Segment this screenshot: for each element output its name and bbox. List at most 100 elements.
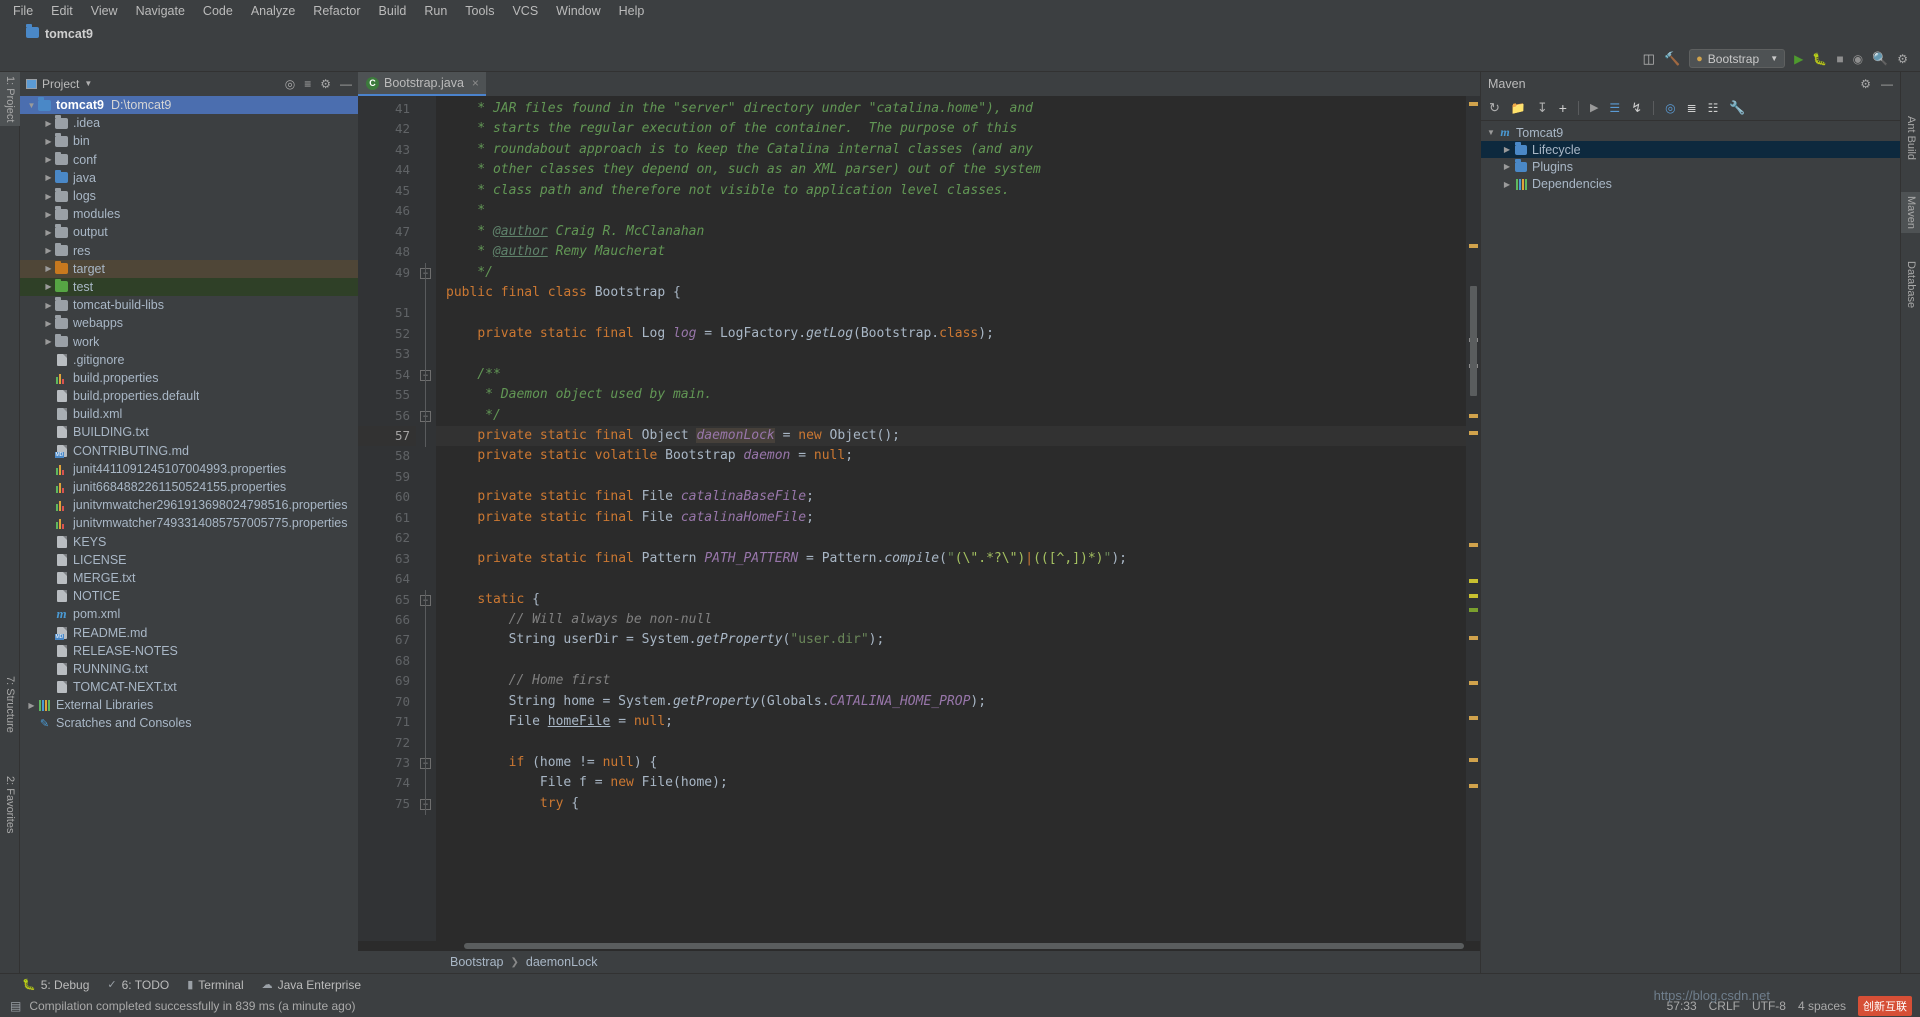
line-number[interactable]: 72 xyxy=(358,733,416,753)
tree-item[interactable]: m pom.xml xyxy=(20,605,358,623)
tree-item[interactable]: .gitignore xyxy=(20,351,358,369)
code-line[interactable]: String home = System.getProperty(Globals… xyxy=(436,692,1466,712)
line-number[interactable]: 44 xyxy=(358,160,416,180)
chevron-right-icon[interactable]: ▶ xyxy=(43,173,54,182)
line-number[interactable]: 55 xyxy=(358,385,416,405)
menu-item-help[interactable]: Help xyxy=(610,2,654,20)
chevron-right-icon[interactable]: ▶ xyxy=(43,264,54,273)
settings-gear-icon[interactable]: ⚙ xyxy=(1860,77,1871,91)
tree-item[interactable]: build.properties xyxy=(20,369,358,387)
tree-item[interactable]: ▶ modules xyxy=(20,205,358,223)
maven-tree[interactable]: ▼ m Tomcat9 ▶ Lifecycle ▶ Plugins ▶ Dependencies xyxy=(1481,121,1900,973)
sidebar-item-ant-build[interactable]: Ant Build xyxy=(1901,112,1920,164)
chevron-right-icon[interactable]: ▶ xyxy=(43,301,54,310)
tree-item[interactable]: junit6684882261150524155.properties xyxy=(20,478,358,496)
tree-item[interactable]: ▶ bin xyxy=(20,132,358,150)
stripe-marker[interactable] xyxy=(1469,758,1478,762)
tree-item[interactable]: build.xml xyxy=(20,405,358,423)
menu-item-navigate[interactable]: Navigate xyxy=(127,2,194,20)
line-number-gutter[interactable]: 414243444546474849▶515253545556575859606… xyxy=(358,96,438,941)
stripe-marker[interactable] xyxy=(1469,784,1478,788)
editor-tab-bootstrap[interactable]: C Bootstrap.java × xyxy=(358,72,486,96)
tree-item[interactable]: ▶ tomcat-build-libs xyxy=(20,296,358,314)
tree-item[interactable]: NOTICE xyxy=(20,587,358,605)
tree-item[interactable]: CONTRIBUTING.md xyxy=(20,442,358,460)
breadcrumb-item[interactable]: daemonLock xyxy=(526,955,598,969)
tree-item[interactable]: ▶ logs xyxy=(20,187,358,205)
tree-item[interactable]: ▼ tomcat9 D:\tomcat9 xyxy=(20,96,358,115)
line-number[interactable]: 56 xyxy=(358,406,416,426)
code-line[interactable]: // Will always be non-null xyxy=(436,610,1466,630)
minimize-icon[interactable]: — xyxy=(340,77,352,91)
stripe-marker[interactable] xyxy=(1469,681,1478,685)
tree-item[interactable]: ▶ res xyxy=(20,242,358,260)
line-number[interactable]: 73 xyxy=(358,753,416,773)
stripe-marker[interactable] xyxy=(1469,579,1478,583)
code-line[interactable] xyxy=(436,528,1466,548)
code-line[interactable]: private static final Object daemonLock =… xyxy=(436,426,1466,447)
tree-item[interactable]: README.md xyxy=(20,623,358,641)
line-number[interactable]: 63 xyxy=(358,549,416,569)
expand-icon[interactable]: ≣ xyxy=(1687,101,1697,115)
minimize-icon[interactable]: — xyxy=(1881,77,1893,91)
tree-item[interactable]: RUNNING.txt xyxy=(20,660,358,678)
line-number[interactable]: 47 xyxy=(358,222,416,242)
line-number[interactable]: 66 xyxy=(358,610,416,630)
menu-item-view[interactable]: View xyxy=(82,2,127,20)
chevron-right-icon[interactable]: ▶ xyxy=(1501,145,1513,154)
menu-item-file[interactable]: File xyxy=(4,2,42,20)
tree-item[interactable]: ✎ Scratches and Consoles xyxy=(20,714,358,732)
maven-tree-item[interactable]: ▶ Plugins xyxy=(1481,158,1900,175)
tree-item[interactable]: ▶ conf xyxy=(20,151,358,169)
editor-vertical-scrollbar-thumb[interactable] xyxy=(1470,286,1477,396)
code-line[interactable]: // Home first xyxy=(436,671,1466,691)
menu-item-refactor[interactable]: Refactor xyxy=(304,2,369,20)
run-configuration-selector[interactable]: ● Bootstrap ▼ xyxy=(1689,49,1786,68)
code-line[interactable]: * roundabout approach is to keep the Cat… xyxy=(436,140,1466,160)
line-number[interactable]: 61 xyxy=(358,508,416,528)
show-diagram-icon[interactable]: ☷ xyxy=(1708,101,1719,115)
code-line[interactable]: if (home != null) { xyxy=(436,753,1466,773)
line-number[interactable]: 54 xyxy=(358,365,416,385)
tree-item[interactable]: TOMCAT-NEXT.txt xyxy=(20,678,358,696)
close-icon[interactable]: × xyxy=(472,76,479,90)
tree-item[interactable]: KEYS xyxy=(20,533,358,551)
toggle-skip-icon[interactable]: ↯ xyxy=(1631,100,1642,116)
code-line[interactable]: try { xyxy=(436,794,1466,814)
maven-settings-icon[interactable]: 🔧 xyxy=(1729,100,1745,116)
code-line[interactable] xyxy=(436,344,1466,364)
line-number[interactable]: 70 xyxy=(358,692,416,712)
code-line[interactable]: static { xyxy=(436,590,1466,610)
chevron-down-icon[interactable]: ▼ xyxy=(84,79,92,88)
line-number[interactable]: 53 xyxy=(358,344,416,364)
bottom-tool-terminal[interactable]: ▮ Terminal xyxy=(187,978,243,992)
line-number[interactable]: 58 xyxy=(358,446,416,466)
maven-tree-item[interactable]: ▶ Dependencies xyxy=(1481,176,1900,193)
line-number[interactable]: 60 xyxy=(358,487,416,507)
code-line[interactable]: private static final Pattern PATH_PATTER… xyxy=(436,549,1466,569)
line-number[interactable]: 75 xyxy=(358,794,416,814)
code-line[interactable]: * @author Remy Maucherat xyxy=(436,242,1466,262)
tree-item[interactable]: ▶ target xyxy=(20,259,358,278)
line-number[interactable]: 65 xyxy=(358,590,416,610)
code-line[interactable] xyxy=(436,569,1466,589)
tree-item[interactable]: ▶ output xyxy=(20,223,358,241)
breadcrumb-item[interactable]: Bootstrap xyxy=(450,955,504,969)
tree-item[interactable]: ▶ .idea xyxy=(20,114,358,132)
stripe-marker[interactable] xyxy=(1469,594,1478,598)
code-line[interactable]: * xyxy=(436,201,1466,221)
line-number[interactable]: ▶ xyxy=(358,283,438,304)
line-number[interactable]: 49 xyxy=(358,263,416,283)
line-number[interactable]: 74 xyxy=(358,773,416,793)
code-line[interactable]: * JAR files found in the "server" direct… xyxy=(436,99,1466,119)
settings-gear-icon[interactable]: ⚙ xyxy=(320,77,331,91)
line-number[interactable]: 68 xyxy=(358,651,416,671)
code-line[interactable]: private static final Log log = LogFactor… xyxy=(436,324,1466,344)
line-number[interactable]: 71 xyxy=(358,712,416,732)
sidebar-item-project[interactable]: 1: Project xyxy=(0,72,20,127)
line-number[interactable]: 59 xyxy=(358,467,416,487)
menu-item-code[interactable]: Code xyxy=(194,2,242,20)
tree-item[interactable]: ▶ External Libraries xyxy=(20,696,358,714)
code-folding-gutter[interactable]: − − − − − − xyxy=(416,96,436,941)
error-stripe-marker-bar[interactable] xyxy=(1466,96,1480,941)
